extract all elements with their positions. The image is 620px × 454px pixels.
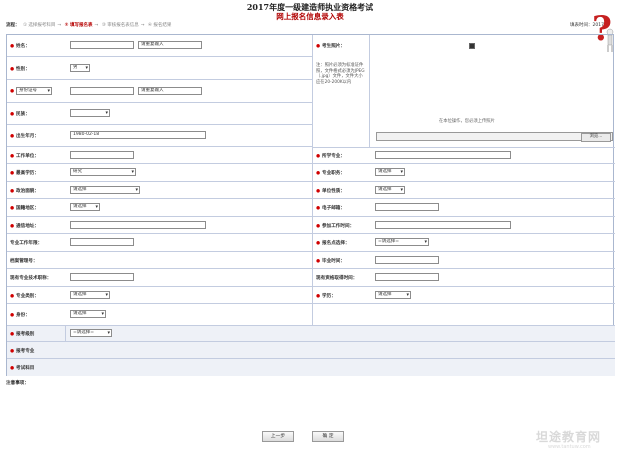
steps-label: 流程： [6, 23, 20, 28]
email-input[interactable] [375, 203, 439, 211]
major-category-label: ● 专业类别： [10, 294, 39, 299]
email-label: ● 电子邮箱： [316, 206, 345, 211]
exam-site-select[interactable]: =请选择= [375, 238, 429, 246]
existing-cert-time-input[interactable] [375, 273, 439, 281]
row-nation [7, 103, 312, 125]
address-input[interactable] [70, 221, 206, 229]
exam-level-label: ● 身份： [10, 313, 30, 318]
id-type-select[interactable]: 身份证号 [16, 87, 52, 95]
archive-label: 档案管理号： [10, 259, 38, 264]
upload-hint: 在本位操作，您必须上传照片 [439, 119, 495, 124]
step-progress: 流程： ① 选择报考科目 → ② 填写报名表 → ③ 审核报名表信息 → ④ 报名结果 [6, 23, 172, 28]
name-confirm-input[interactable]: 请重复输入 [138, 41, 202, 49]
major-label: ● 所学专业： [316, 154, 345, 159]
political-label: ● 政治面貌： [10, 189, 39, 194]
birth-input[interactable]: 1980-02-18 [70, 131, 206, 139]
major-input[interactable] [375, 151, 511, 159]
gender-label: ● 性别： [10, 67, 30, 72]
watermark-url: www.tantuw.com [548, 444, 591, 450]
row-gender [7, 57, 312, 80]
exam-category-label: ● 报考级别 [10, 332, 35, 337]
title-label: ● 专业职务： [316, 171, 345, 176]
page-subtitle: 网上报名信息录入表 [276, 12, 344, 21]
workplace-label: ● 工作单位： [10, 154, 39, 159]
degree-select[interactable]: 请选择 [375, 291, 411, 299]
photo-divider [369, 35, 370, 147]
watermark-brand: 坦途教育网 [536, 430, 602, 444]
existing-cert-time-label: 现有资格取得时间： [316, 276, 358, 281]
exam-level-select[interactable]: 请选择 [70, 310, 106, 318]
step-1: ① 选择报考科目 [22, 23, 56, 28]
prev-step-button[interactable]: 上一步 [262, 431, 294, 442]
workplace-input[interactable] [70, 151, 134, 159]
work-start-label: ● 参加工作时间： [316, 224, 355, 229]
major-category-select[interactable]: 请选择 [70, 291, 110, 299]
row-exam-subjects [7, 359, 615, 376]
registration-form: ●姓名： 请重复输入 ●性别： 男 ● 身份证号 请重复输入 ●民族： ●出生年… [6, 34, 615, 376]
existing-title-input[interactable] [70, 273, 134, 281]
grad-time-label: ● 毕业时间： [316, 259, 345, 264]
row-exam-major [7, 342, 615, 359]
existing-title-label: 现有专业技术职称： [10, 276, 52, 281]
confirm-button[interactable]: 确 定 [312, 431, 344, 442]
notes-label: 注意事项： [6, 381, 29, 386]
nation-select[interactable] [70, 109, 110, 117]
gender-select[interactable]: 男 [70, 64, 90, 72]
name-label: ● 姓名： [10, 44, 30, 49]
exam-site-label: ● 报名点选择： [316, 241, 350, 246]
browse-button[interactable]: 浏览... [581, 133, 611, 142]
region-label: ● 国籍地区： [10, 206, 39, 211]
education-label: ● 最高学历： [10, 171, 39, 176]
region-select[interactable]: 请选择 [70, 203, 100, 211]
step-2-current: ② 填写报名表 [64, 23, 93, 28]
political-select[interactable]: 请选择 [70, 186, 140, 194]
id-number-input[interactable] [70, 87, 134, 95]
photo-file-input[interactable]: 浏览... [376, 132, 613, 142]
unit-nature-label: ● 单位性质： [316, 189, 345, 194]
id-confirm-input[interactable]: 请重复输入 [138, 87, 202, 95]
photo-note: 注：照片必须为标准证件照，文件格式必须为JPEG（.jpg）文件，文件大小应在2… [316, 63, 365, 85]
photo-placeholder-icon [469, 43, 475, 49]
exam-major-label: ● 报考专业 [10, 349, 35, 354]
exam-category-select[interactable]: =请选择= [70, 329, 112, 337]
photo-label: ● 考生照片： [316, 44, 345, 49]
title-select[interactable]: 请选择 [375, 168, 405, 176]
exam-subjects-label: ● 考试科目 [10, 366, 35, 371]
grad-time-input[interactable] [375, 256, 439, 264]
step-4: ④ 报名结果 [147, 23, 172, 28]
address-label: ● 通信地址： [10, 224, 39, 229]
unit-nature-select[interactable]: 请选择 [375, 186, 405, 194]
degree-label: ● 学历： [316, 294, 336, 299]
education-select[interactable]: 研究 [70, 168, 136, 176]
work-years-input[interactable] [70, 238, 134, 246]
name-input[interactable] [70, 41, 134, 49]
work-start-input[interactable] [375, 221, 511, 229]
birth-label: ● 出生年月： [10, 134, 39, 139]
row-archive [7, 252, 615, 269]
step-3: ③ 审核报名表信息 [101, 23, 139, 28]
nation-label: ● 民族： [10, 112, 30, 117]
work-years-label: 专业工作年限： [10, 241, 43, 246]
